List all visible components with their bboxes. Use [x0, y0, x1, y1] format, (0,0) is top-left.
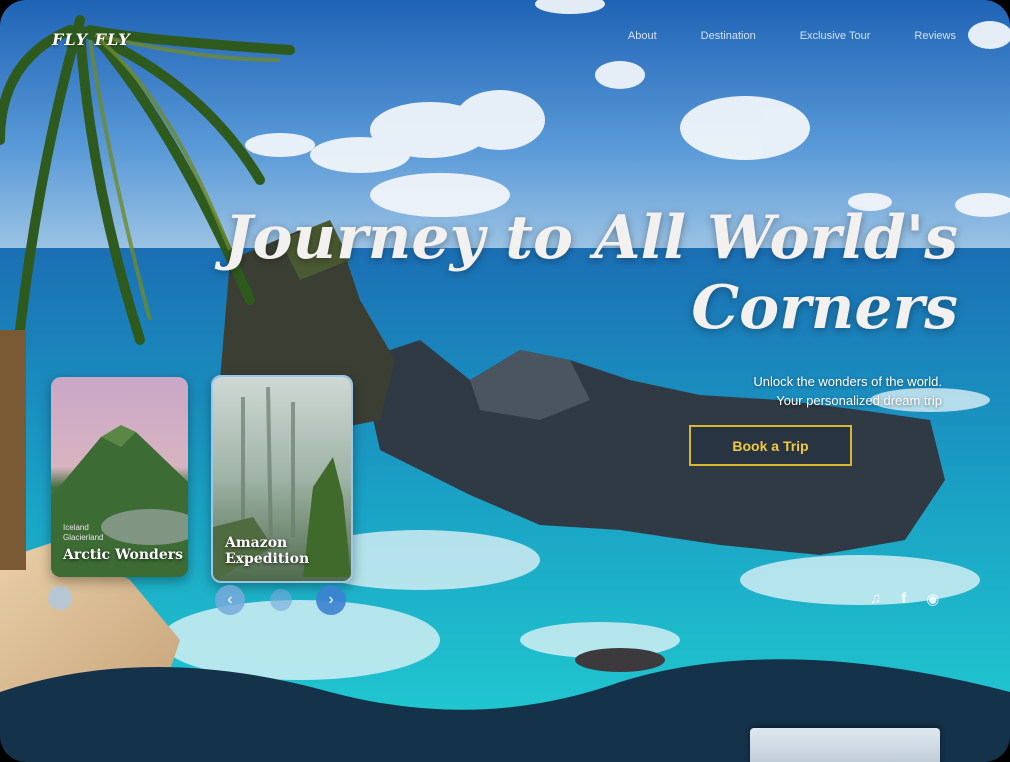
nav-about[interactable]: About [628, 30, 657, 42]
subtitle-line-2: Your personalized dream trip [776, 393, 942, 408]
page: FLY FLY About Destination Exclusive Tour… [0, 0, 1010, 762]
social-links: ♫ f ◉ [850, 590, 939, 608]
card-title: Amazon Expedition [225, 535, 310, 567]
nav-exclusive-tour[interactable]: Exclusive Tour [800, 30, 871, 42]
facebook-icon[interactable]: f [901, 590, 906, 608]
carousel-dot[interactable] [270, 589, 292, 611]
hero-headline: Journey to All World's Corners [224, 205, 958, 345]
subtitle-line-1: Unlock the wonders of the world. [753, 374, 942, 389]
card-subcaption-line-2: Glacierland [63, 533, 104, 542]
carousel-next-button[interactable]: › [316, 585, 346, 615]
headline-line-1: Journey to All World's [224, 203, 958, 273]
card-subcaption-line-1: Iceland [63, 523, 89, 532]
card-subcaption: Iceland Glacierland [63, 523, 103, 543]
top-nav: About Destination Exclusive Tour Reviews [584, 30, 956, 42]
carousel-prev-button[interactable]: ‹ [215, 585, 245, 615]
book-trip-button[interactable]: Book a Trip [689, 425, 852, 466]
brand-logo[interactable]: FLY FLY [52, 30, 131, 49]
destination-card[interactable]: Iceland Glacierland Arctic Wonders [51, 377, 188, 577]
next-section-thumbnail [750, 728, 940, 762]
tiktok-icon[interactable]: ♫ [870, 590, 881, 608]
destination-card[interactable]: Amazon Expedition [211, 375, 353, 583]
instagram-icon[interactable]: ◉ [926, 590, 939, 608]
nav-reviews[interactable]: Reviews [914, 30, 956, 42]
carousel-indicator[interactable] [48, 586, 72, 610]
card-title: Arctic Wonders [63, 547, 183, 563]
hero-subtitle: Unlock the wonders of the world. Your pe… [753, 372, 942, 410]
headline-line-2: Corners [691, 273, 958, 343]
nav-destination[interactable]: Destination [701, 30, 756, 42]
